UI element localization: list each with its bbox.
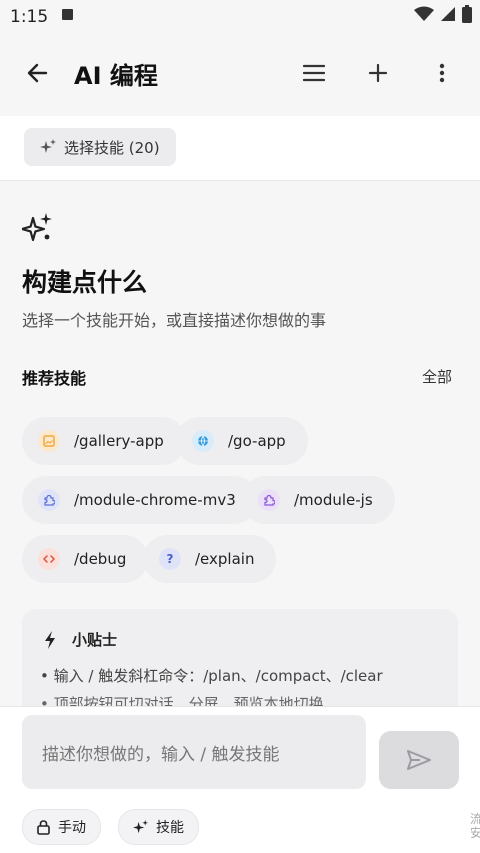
menu-icon <box>303 64 325 82</box>
skill-chip-module-chrome-mv3[interactable]: /module-chrome-mv3 <box>22 476 258 524</box>
tip-line: • 顶部按钮可切对话、分屏、预览本地切换 <box>40 695 324 706</box>
puzzle-icon <box>258 489 280 511</box>
status-time: 1:15 <box>10 7 49 27</box>
battery-icon <box>462 5 472 23</box>
composer: 描述你想做的，输入 / 触发技能 手动 技能 <box>0 706 480 853</box>
signal-icon <box>441 7 455 21</box>
send-button[interactable] <box>379 731 459 789</box>
lock-icon <box>37 819 50 835</box>
conversation-list-button[interactable] <box>294 53 334 93</box>
skill-chip-label: /module-chrome-mv3 <box>74 491 236 509</box>
send-icon <box>407 750 431 770</box>
back-arrow-icon <box>27 63 48 83</box>
skill-chip-label: /explain <box>195 550 255 568</box>
sparkle-icon <box>40 139 56 153</box>
puzzle-icon <box>38 489 60 511</box>
mode-skills-chip[interactable]: 技能 <box>118 809 199 845</box>
skill-chip-explain[interactable]: ? /explain <box>143 535 277 583</box>
sparkle-icon <box>133 819 148 833</box>
select-skill-label: 选择技能 (20) <box>64 138 160 157</box>
tip-line: • 输入 / 触发斜杠命令：/plan、/compact、/clear <box>40 667 383 685</box>
question-icon: ? <box>159 548 181 570</box>
back-button[interactable] <box>17 53 57 93</box>
skill-chip-label: /gallery-app <box>74 432 164 450</box>
skill-chip-go-app[interactable]: /go-app <box>176 417 308 465</box>
skill-chip-label: /debug <box>74 550 127 568</box>
skill-selector-bar: 选择技能 (20) <box>0 116 480 181</box>
skill-chip-gallery-app[interactable]: /gallery-app <box>22 417 186 465</box>
new-chat-button[interactable] <box>358 53 398 93</box>
code-icon <box>38 548 60 570</box>
sparkle-icon <box>20 213 52 247</box>
lightning-icon <box>45 631 55 649</box>
message-input-placeholder: 描述你想做的，输入 / 触发技能 <box>42 744 280 765</box>
globe-icon <box>192 430 214 452</box>
status-bar: 1:15 <box>0 0 480 34</box>
mode-manual-chip[interactable]: 手动 <box>22 809 101 845</box>
mode-skills-label: 技能 <box>156 820 184 836</box>
more-button[interactable] <box>422 53 462 93</box>
tips-card: 小贴士 • 输入 / 触发斜杠命令：/plan、/compact、/clear … <box>22 609 458 706</box>
plus-icon <box>368 63 388 83</box>
mode-manual-label: 手动 <box>58 820 86 836</box>
tips-title: 小贴士 <box>72 631 118 649</box>
notification-icon <box>62 9 73 20</box>
hero-title: 构建点什么 <box>22 268 148 297</box>
status-icons <box>414 5 472 23</box>
app-bar: AI 编程 <box>0 34 480 116</box>
recommended-skills-title: 推荐技能 <box>22 369 87 388</box>
gallery-icon <box>38 430 60 452</box>
edge-overflow-text: 流 安 <box>470 812 480 840</box>
view-all-skills-link[interactable]: 全部 <box>422 366 452 387</box>
skill-chip-module-js[interactable]: /module-js <box>242 476 395 524</box>
wifi-icon <box>414 6 434 21</box>
skill-chip-label: /go-app <box>228 432 286 450</box>
more-vert-icon <box>439 63 445 83</box>
hero-subtitle: 选择一个技能开始，或直接描述你想做的事 <box>22 311 327 330</box>
message-input[interactable]: 描述你想做的，输入 / 触发技能 <box>22 715 366 789</box>
main-content: 构建点什么 选择一个技能开始，或直接描述你想做的事 推荐技能 全部 /galle… <box>0 181 480 706</box>
skill-chip-debug[interactable]: /debug <box>22 535 149 583</box>
select-skill-button[interactable]: 选择技能 (20) <box>24 128 176 166</box>
skill-chip-label: /module-js <box>294 491 373 509</box>
page-title: AI 编程 <box>74 62 158 90</box>
